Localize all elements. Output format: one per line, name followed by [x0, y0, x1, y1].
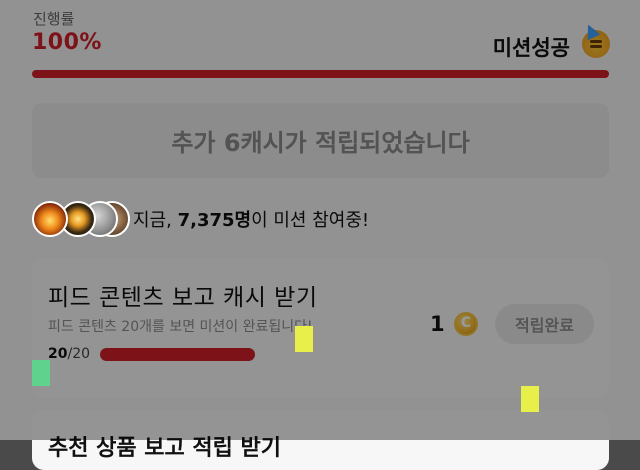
participant-avatars [32, 201, 130, 239]
highlight-marker [521, 386, 539, 412]
highlight-marker [32, 360, 50, 386]
avatar [32, 201, 68, 237]
highlight-marker [295, 326, 313, 352]
